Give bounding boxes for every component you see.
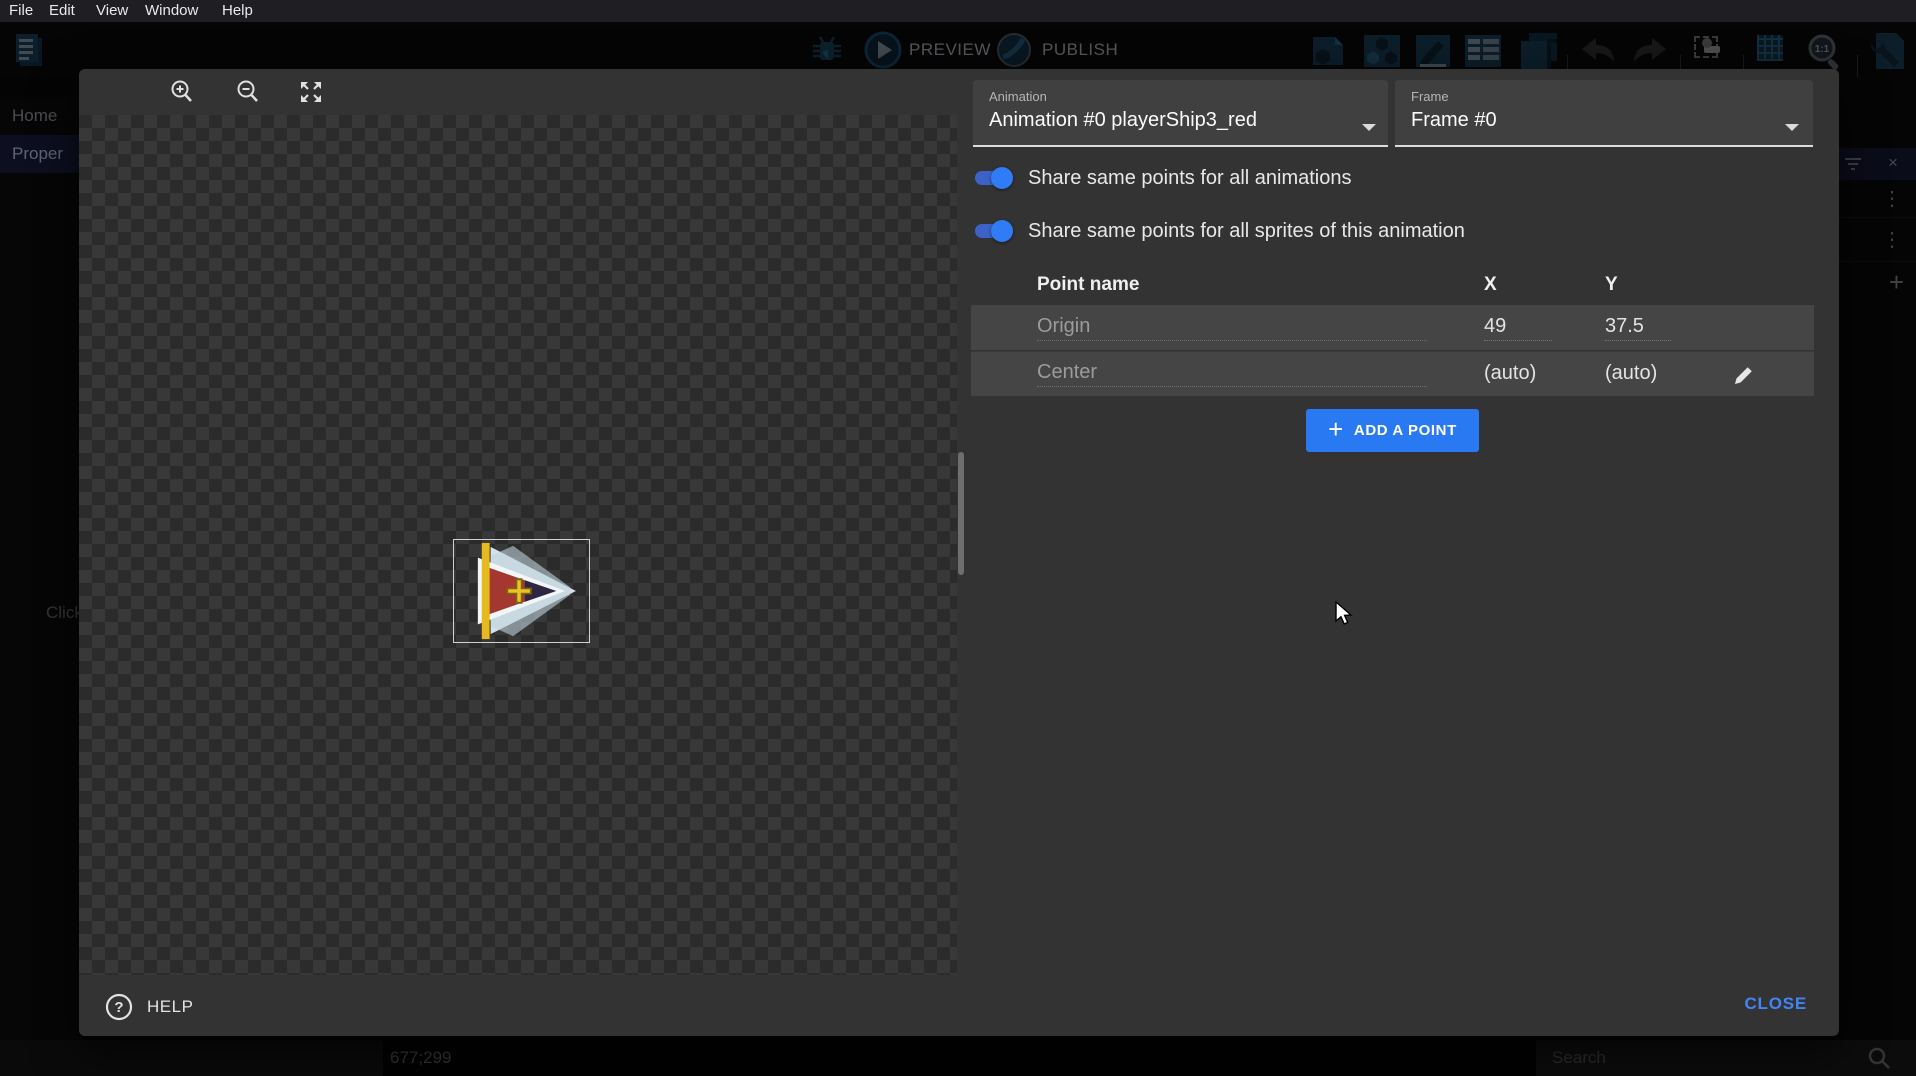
frame-select[interactable]: Frame Frame #0	[1395, 80, 1813, 147]
mouse-cursor	[1334, 601, 1356, 627]
chevron-down-icon	[1785, 124, 1799, 131]
zoom-in-icon	[169, 79, 195, 105]
menu-file[interactable]: File	[9, 1, 33, 21]
animation-select-value: Animation #0 playerShip3_red	[989, 109, 1374, 132]
point-name-field[interactable]: Origin	[1037, 315, 1427, 341]
zoom-out-icon	[235, 79, 261, 105]
column-header-y: Y	[1605, 274, 1618, 296]
share-points-sprites-row: Share same points for all sprites of thi…	[971, 214, 1465, 248]
app-window: File Edit View Window Help PREVIEW PUBL	[0, 0, 1916, 1076]
help-button[interactable]: ? HELP	[105, 990, 193, 1024]
point-x-field[interactable]: (auto)	[1484, 362, 1552, 387]
frame-select-label: Frame	[1411, 89, 1799, 104]
share-points-sprites-toggle[interactable]	[971, 220, 1013, 242]
menu-help[interactable]: Help	[222, 1, 253, 21]
menu-view[interactable]: View	[96, 1, 128, 21]
column-header-name: Point name	[1037, 274, 1139, 296]
frame-select-value: Frame #0	[1411, 109, 1799, 132]
menu-bar: File Edit View Window Help	[0, 0, 1916, 22]
zoom-in-button[interactable]	[165, 77, 199, 107]
column-header-x: X	[1484, 274, 1497, 296]
close-button[interactable]: CLOSE	[1744, 994, 1807, 1014]
edit-pencil-icon[interactable]	[1732, 363, 1756, 387]
expand-icon	[299, 80, 323, 104]
share-points-animations-row: Share same points for all animations	[971, 161, 1352, 195]
plus-icon: +	[1328, 419, 1344, 439]
share-points-animations-toggle[interactable]	[971, 167, 1013, 189]
animation-select[interactable]: Animation Animation #0 playerShip3_red	[973, 80, 1388, 147]
point-name-field[interactable]: Center	[1037, 361, 1427, 387]
point-x-field[interactable]: 49	[1484, 315, 1552, 341]
table-row-center[interactable]: Center (auto) (auto)	[971, 351, 1814, 396]
svg-text:?: ?	[114, 999, 123, 1016]
help-label: HELP	[147, 997, 193, 1017]
player-ship-sprite[interactable]	[454, 540, 589, 642]
add-point-button[interactable]: + ADD A POINT	[1306, 409, 1479, 452]
menu-window[interactable]: Window	[145, 1, 198, 21]
toggle-label: Share same points for all sprites of thi…	[1028, 220, 1465, 243]
add-point-label: ADD A POINT	[1354, 422, 1457, 439]
chevron-down-icon	[1362, 124, 1376, 131]
canvas-scrollbar[interactable]	[958, 452, 964, 575]
table-row-origin[interactable]: Origin 49 37.5	[971, 305, 1814, 350]
zoom-out-button[interactable]	[231, 77, 265, 107]
point-y-field[interactable]: (auto)	[1605, 362, 1671, 387]
menu-edit[interactable]: Edit	[49, 1, 75, 21]
points-editor-dialog: Animation Animation #0 playerShip3_red F…	[79, 69, 1839, 1036]
zoom-fit-button[interactable]	[294, 77, 328, 107]
point-y-field[interactable]: 37.5	[1605, 315, 1671, 341]
help-icon: ?	[105, 993, 133, 1021]
toggle-label: Share same points for all animations	[1028, 167, 1352, 190]
sprite-frame	[453, 539, 590, 643]
animation-select-label: Animation	[989, 89, 1374, 104]
sprite-canvas[interactable]	[79, 115, 957, 975]
